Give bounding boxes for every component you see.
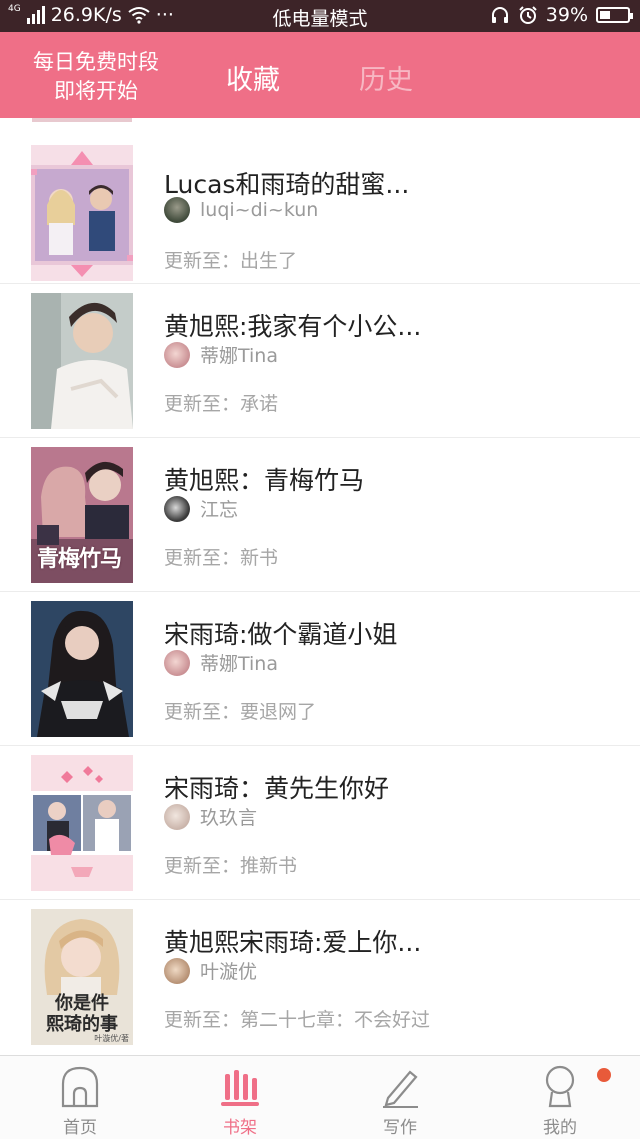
tab-history[interactable]: 历史 (359, 58, 413, 97)
free-period-banner[interactable]: 每日免费时段 即将开始 (20, 48, 172, 106)
latest-update: 更新至：要退网了 (164, 701, 317, 723)
home-icon (61, 1066, 99, 1108)
author-name: luqi~di~kun (200, 199, 319, 221)
cover-title-line2: 熙琦的事 (46, 1014, 118, 1035)
list-item[interactable]: 你是件 熙琦的事 叶漩优/著 黄旭熙宋雨琦:爱上你... 叶漩优 更新至：第二十… (0, 899, 640, 1053)
book-title: 黄旭熙：青梅竹马 (164, 466, 365, 495)
author-row: 蒂娜Tina (164, 649, 278, 676)
book-cover (31, 293, 133, 429)
latest-update: 更新至：出生了 (164, 250, 298, 272)
bottom-nav: 首页 书架 写作 我的 (0, 1055, 640, 1139)
cover-art (31, 601, 133, 737)
battery-level (600, 11, 610, 19)
author-avatar (164, 341, 190, 368)
author-row: 玖玖言 (164, 803, 257, 830)
latest-update: 更新至：第二十七章：不会好过 (164, 1009, 431, 1031)
cover-art (31, 755, 133, 891)
free-period-title: 每日免费时段 (33, 50, 159, 74)
tab-favorites[interactable]: 收藏 (226, 58, 280, 97)
nav-home-label: 首页 (63, 1118, 97, 1138)
author-row: 叶漩优 (164, 957, 257, 984)
status-right: 39% (490, 4, 633, 26)
bookshelf-icon (221, 1070, 259, 1106)
pencil-icon (383, 1070, 418, 1108)
notification-dot (597, 1068, 611, 1082)
book-cover (31, 145, 133, 281)
book-cover (31, 755, 133, 891)
battery-icon (596, 7, 633, 23)
author-avatar (164, 495, 190, 522)
headset-icon (491, 7, 508, 23)
author-avatar (164, 197, 190, 223)
status-bar: 4G 26.9K/s ··· 低电量模式 39% (0, 0, 640, 32)
alarm-icon (519, 6, 537, 24)
cover-art (31, 293, 133, 429)
cover-title-line1: 你是件 (55, 993, 109, 1014)
author-avatar (164, 957, 190, 984)
author-name: 蒂娜Tina (200, 345, 278, 367)
author-row: luqi~di~kun (164, 197, 318, 223)
author-name: 叶漩优 (200, 961, 258, 983)
author-name: 蒂娜Tina (200, 653, 278, 675)
author-row: 蒂娜Tina (164, 341, 278, 368)
list-item[interactable]: 宋雨琦：黄先生你好 玖玖言 更新至：推新书 (0, 745, 640, 900)
nav-write-label: 写作 (383, 1118, 417, 1138)
book-cover (31, 601, 133, 737)
book-title: Lucas和雨琦的甜蜜... (164, 170, 410, 199)
previous-cover-edge (32, 118, 132, 122)
nav-write[interactable]: 写作 (340, 1056, 460, 1139)
list-item[interactable]: 青梅竹马 黄旭熙：青梅竹马 江忘 更新至：新书 (0, 437, 640, 592)
free-period-subtitle: 即将开始 (54, 79, 138, 103)
book-title: 黄旭熙宋雨琦:爱上你... (164, 928, 422, 957)
latest-update: 更新至：推新书 (164, 855, 298, 877)
user-icon (545, 1065, 575, 1108)
cover-author: 叶漩优/著 (94, 1034, 129, 1043)
latest-update: 更新至：承诺 (164, 393, 279, 415)
book-title: 宋雨琦:做个霸道小姐 (164, 620, 398, 649)
nav-profile-label: 我的 (543, 1118, 577, 1138)
author-avatar (164, 649, 190, 676)
nav-bookshelf[interactable]: 书架 (180, 1056, 300, 1139)
nav-home[interactable]: 首页 (20, 1056, 140, 1139)
author-name: 玖玖言 (200, 807, 258, 829)
cover-title: 青梅竹马 (37, 547, 122, 572)
book-cover: 青梅竹马 (31, 447, 133, 583)
book-cover: 你是件 熙琦的事 叶漩优/著 (31, 909, 133, 1045)
latest-update: 更新至：新书 (164, 547, 279, 569)
list-item[interactable]: Lucas和雨琦的甜蜜... luqi~di~kun 更新至：出生了 (0, 129, 640, 284)
top-header: 每日免费时段 即将开始 收藏 历史 (0, 32, 640, 118)
list-item[interactable]: 黄旭熙:我家有个小公... 蒂娜Tina 更新至：承诺 (0, 283, 640, 438)
battery-percent: 39% (545, 4, 588, 26)
author-name: 江忘 (200, 499, 239, 521)
author-avatar (164, 803, 190, 830)
list-item[interactable]: 宋雨琦:做个霸道小姐 蒂娜Tina 更新至：要退网了 (0, 591, 640, 746)
book-title: 黄旭熙:我家有个小公... (164, 312, 422, 341)
book-title: 宋雨琦：黄先生你好 (164, 774, 390, 803)
cover-title: 你是件 熙琦的事 (31, 993, 133, 1035)
author-row: 江忘 (164, 495, 238, 522)
nav-bookshelf-label: 书架 (223, 1118, 257, 1138)
cover-art (31, 151, 133, 277)
